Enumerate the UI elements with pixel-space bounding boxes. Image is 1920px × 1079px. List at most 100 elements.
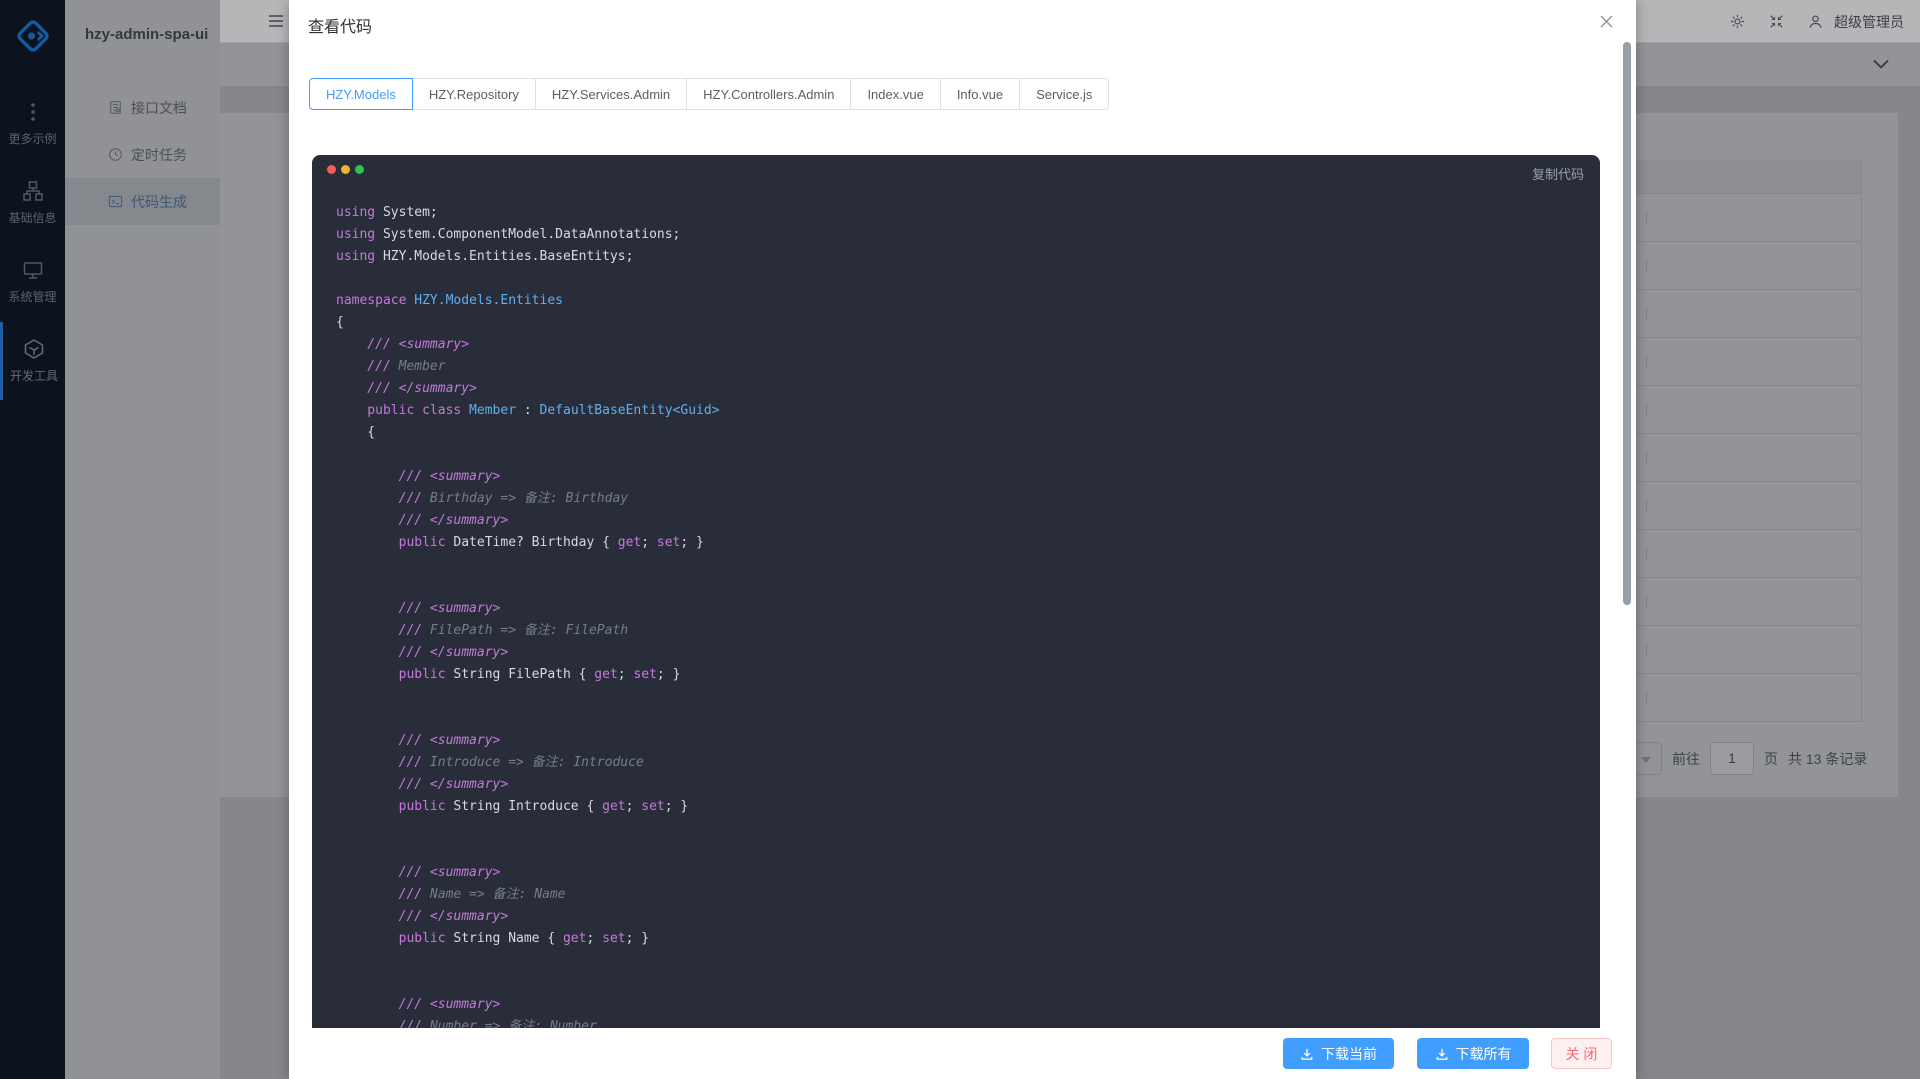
code-line: public class Member : DefaultBaseEntity<… xyxy=(336,400,720,422)
code-line: /// </summary> xyxy=(336,642,720,664)
tab-hzy-models[interactable]: HZY.Models xyxy=(309,78,413,110)
code-line: /// Introduce => 备注: Introduce xyxy=(336,752,720,774)
code-line xyxy=(336,268,720,290)
code-line: /// <summary> xyxy=(336,730,720,752)
sidebar-item-label: 代码生成 xyxy=(131,192,187,212)
traffic-red-dot xyxy=(327,165,336,174)
dialog-title: 查看代码 xyxy=(308,13,372,37)
rail-item-3: 系统管理 xyxy=(0,243,65,321)
code-line xyxy=(336,818,720,840)
sidebar-item-2: 定时任务 xyxy=(65,131,220,178)
code-line: /// <summary> xyxy=(336,994,720,1016)
code-line: /// <summary> xyxy=(336,862,720,884)
code-line: namespace HZY.Models.Entities xyxy=(336,290,720,312)
tab-hzy-repository[interactable]: HZY.Repository xyxy=(412,78,536,110)
tab-info-vue[interactable]: Info.vue xyxy=(940,78,1020,110)
code-line xyxy=(336,444,720,466)
view-code-dialog: 查看代码 HZY.ModelsHZY.RepositoryHZY.Service… xyxy=(289,0,1636,1079)
code-file-tabs: HZY.ModelsHZY.RepositoryHZY.Services.Adm… xyxy=(309,78,1109,110)
copy-code-button[interactable]: 复制代码 xyxy=(1532,164,1584,183)
download-icon xyxy=(1435,1047,1449,1061)
code-viewer-header: 复制代码 xyxy=(312,155,1600,189)
code-line: using System.ComponentModel.DataAnnotati… xyxy=(336,224,720,246)
clock-icon xyxy=(108,147,123,162)
code-line xyxy=(336,576,720,598)
total-records-label: 共 13 条记录 xyxy=(1788,749,1867,769)
hamburger-icon xyxy=(268,14,284,28)
traffic-yellow-dot xyxy=(341,165,350,174)
username-label: 超级管理员 xyxy=(1834,12,1904,32)
cube-icon xyxy=(23,338,45,360)
dialog-footer: 下载当前 下载所有 关 闭 xyxy=(289,1028,1636,1079)
code-line: /// </summary> xyxy=(336,378,720,400)
sidebar-title: hzy-admin-spa-ui xyxy=(85,26,208,43)
rail-item-label: 系统管理 xyxy=(8,288,56,305)
terminal-icon xyxy=(108,194,123,209)
tab-hzy-services-admin[interactable]: HZY.Services.Admin xyxy=(535,78,687,110)
goto-label: 前往 xyxy=(1672,749,1700,769)
code-line xyxy=(336,686,720,708)
code-line: public DateTime? Birthday { get; set; } xyxy=(336,532,720,554)
sidebar-item-1: 接口文档 xyxy=(65,84,220,131)
traffic-green-dot xyxy=(355,165,364,174)
code-line: /// Member xyxy=(336,356,720,378)
nav-rail: 更多示例基础信息系统管理开发工具 xyxy=(0,0,65,1079)
page-number-input: 1 xyxy=(1710,742,1754,775)
sidebar-item-label: 接口文档 xyxy=(131,98,187,118)
chevron-down-icon xyxy=(1872,57,1890,71)
dialog-scrollbar-thumb[interactable] xyxy=(1623,42,1631,605)
app-logo xyxy=(0,8,65,64)
code-line: /// <summary> xyxy=(336,334,720,356)
code-content: using System;using System.ComponentModel… xyxy=(336,202,720,1028)
code-line: { xyxy=(336,312,720,334)
download-current-button[interactable]: 下载当前 xyxy=(1283,1038,1394,1069)
code-line: using System; xyxy=(336,202,720,224)
code-line: /// <summary> xyxy=(336,466,720,488)
code-line: public String Name { get; set; } xyxy=(336,928,720,950)
page-unit-label: 页 xyxy=(1764,749,1778,769)
code-line: /// FilePath => 备注: FilePath xyxy=(336,620,720,642)
fullscreen-icon xyxy=(1768,13,1785,30)
code-line: /// <summary> xyxy=(336,598,720,620)
sidebar-item-label: 定时任务 xyxy=(131,145,187,165)
code-line xyxy=(336,950,720,972)
code-line: public String FilePath { get; set; } xyxy=(336,664,720,686)
code-line: /// </summary> xyxy=(336,906,720,928)
code-line xyxy=(336,708,720,730)
download-icon xyxy=(1300,1047,1314,1061)
code-viewer: 复制代码 using System;using System.Component… xyxy=(312,155,1600,1028)
app-root: 超级管理员 前往 1 页 共 13 条记录 更多示例基础信息系统管理开发工具 h… xyxy=(0,0,1920,1079)
code-line: /// </summary> xyxy=(336,774,720,796)
code-line: /// Number => 备注: Number xyxy=(336,1016,720,1028)
close-icon[interactable] xyxy=(1596,11,1616,31)
code-line xyxy=(336,554,720,576)
tab-service-js[interactable]: Service.js xyxy=(1019,78,1109,110)
code-line xyxy=(336,972,720,994)
monitor-icon xyxy=(22,259,44,281)
code-line: public String Introduce { get; set; } xyxy=(336,796,720,818)
code-line: /// Birthday => 备注: Birthday xyxy=(336,488,720,510)
sidebar: hzy-admin-spa-ui 接口文档定时任务代码生成 xyxy=(65,0,220,1079)
user-icon xyxy=(1807,13,1824,30)
document-icon xyxy=(108,100,123,115)
rail-item-label: 开发工具 xyxy=(10,367,58,384)
caret-down-icon xyxy=(1641,757,1651,763)
dots-vertical-icon xyxy=(22,101,44,123)
rail-item-label: 基础信息 xyxy=(8,209,56,226)
rail-item-1: 更多示例 xyxy=(0,85,65,163)
rail-item-4: 开发工具 xyxy=(0,322,65,400)
code-line: /// </summary> xyxy=(336,510,720,532)
tab-hzy-controllers-admin[interactable]: HZY.Controllers.Admin xyxy=(686,78,851,110)
sidebar-item-3: 代码生成 xyxy=(65,178,220,225)
rail-item-label: 更多示例 xyxy=(8,130,56,147)
rail-item-2: 基础信息 xyxy=(0,164,65,242)
code-line: { xyxy=(336,422,720,444)
code-line: /// Name => 备注: Name xyxy=(336,884,720,906)
tab-index-vue[interactable]: Index.vue xyxy=(850,78,940,110)
code-line xyxy=(336,840,720,862)
download-all-button[interactable]: 下载所有 xyxy=(1417,1038,1529,1069)
gear-icon xyxy=(1729,13,1746,30)
code-line: using HZY.Models.Entities.BaseEntitys; xyxy=(336,246,720,268)
sitemap-icon xyxy=(22,180,44,202)
close-dialog-button[interactable]: 关 闭 xyxy=(1551,1038,1612,1069)
